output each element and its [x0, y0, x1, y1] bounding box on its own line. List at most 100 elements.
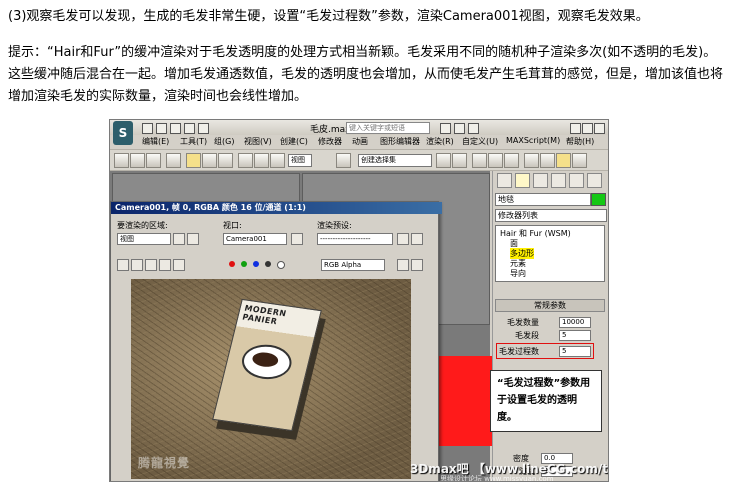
coffee-cup [238, 341, 296, 383]
green-channel-icon[interactable] [241, 261, 247, 267]
search-input[interactable]: 键入关键字或短语 [346, 122, 430, 134]
open-icon[interactable] [156, 123, 167, 134]
edit-region-icon[interactable] [173, 233, 185, 245]
menu-group[interactable]: 组(G) [214, 136, 234, 147]
select-object-icon[interactable] [186, 153, 201, 168]
align-icon[interactable] [452, 153, 467, 168]
menu-animation[interactable]: 动画 [352, 136, 368, 147]
object-color-swatch[interactable] [591, 193, 606, 206]
hierarchy-tab-icon[interactable] [533, 173, 548, 188]
curve-editor-icon[interactable] [488, 153, 503, 168]
menu-help[interactable]: 帮助(H) [566, 136, 594, 147]
new-icon[interactable] [142, 123, 153, 134]
clone-window-icon[interactable] [145, 259, 157, 271]
modifier-stack[interactable]: Hair 和 Fur (WSM) 面 多边形 元素 导向 [495, 225, 605, 282]
rotate-icon[interactable] [254, 153, 269, 168]
minimize-icon[interactable] [570, 123, 581, 134]
render-frame-icon[interactable] [556, 153, 571, 168]
menu-tools[interactable]: 工具(T) [180, 136, 207, 147]
utilities-tab-icon[interactable] [587, 173, 602, 188]
undo-tool-icon[interactable] [114, 153, 129, 168]
mirror-icon[interactable] [436, 153, 451, 168]
mono-channel-icon[interactable] [277, 261, 285, 269]
menu-modifiers[interactable]: 修改器 [318, 136, 342, 147]
menu-maxscript[interactable]: MAXScript(M) [506, 136, 560, 145]
toggle-ui-icon[interactable] [411, 259, 423, 271]
close-icon[interactable] [594, 123, 605, 134]
save-icon[interactable] [170, 123, 181, 134]
max-logo-icon[interactable]: S [113, 121, 133, 145]
hair-segments-spinner[interactable]: 5 [559, 330, 591, 341]
maximize-icon[interactable] [582, 123, 593, 134]
clear-icon[interactable] [173, 259, 185, 271]
modify-tab-icon[interactable] [515, 173, 530, 188]
area-select[interactable]: 视图 [117, 233, 171, 245]
scale-icon[interactable] [270, 153, 285, 168]
hair-count-spinner[interactable]: 10000 [559, 317, 591, 328]
auto-region-icon[interactable] [187, 233, 199, 245]
general-params-rollout[interactable]: 常规参数 [495, 299, 605, 312]
save-image-icon[interactable] [117, 259, 129, 271]
stack-item-guide[interactable]: 导向 [510, 268, 526, 279]
modifier-list-select[interactable]: 修改器列表 [495, 209, 607, 222]
select-by-name-icon[interactable] [202, 153, 217, 168]
print-icon[interactable] [159, 259, 171, 271]
undo-icon[interactable] [184, 123, 195, 134]
redo-icon[interactable] [198, 123, 209, 134]
preset-select[interactable]: -------------------- [317, 233, 393, 245]
hair-passes-spinner[interactable]: 5 [559, 346, 591, 357]
book-title: MODERN PANIER [241, 303, 288, 327]
menu-view[interactable]: 视图(V) [244, 136, 272, 147]
material-editor-icon[interactable] [524, 153, 539, 168]
select-filter-icon[interactable] [166, 153, 181, 168]
link-tool-icon[interactable] [130, 153, 145, 168]
watermark-left: 腾龍視覺 [138, 456, 191, 470]
callout-box: “毛发过程数”参数用于设置毛发的透明度。 [490, 370, 602, 432]
display-tab-icon[interactable] [569, 173, 584, 188]
render-setup-btn-icon[interactable] [397, 233, 409, 245]
lock-viewport-icon[interactable] [291, 233, 303, 245]
main-toolbar: 视图 创建选择集 [110, 149, 608, 171]
schematic-icon[interactable] [504, 153, 519, 168]
snap-icon[interactable] [336, 153, 351, 168]
menu-customize[interactable]: 自定义(U) [462, 136, 498, 147]
unlink-tool-icon[interactable] [146, 153, 161, 168]
render-window-title: Camera001, 帧 0, RGBA 颜色 16 位/通道 (1:1) [111, 202, 442, 214]
search-icon[interactable] [440, 123, 451, 134]
rect-select-icon[interactable] [218, 153, 233, 168]
viewport-red-region [435, 356, 492, 446]
layer-icon[interactable] [472, 153, 487, 168]
environment-icon[interactable] [411, 233, 423, 245]
render-icon[interactable] [572, 153, 587, 168]
menu-edit[interactable]: 编辑(E) [142, 136, 169, 147]
hair-count-label: 毛发数量 [507, 318, 539, 327]
reference-coord-select[interactable]: 视图 [288, 154, 312, 167]
watermark-bottom: 思缘设计论坛 www.missyuan.com [440, 475, 554, 482]
motion-tab-icon[interactable] [551, 173, 566, 188]
hair-passes-label: 毛发过程数 [499, 347, 539, 356]
object-name-field[interactable]: 地毯 [495, 193, 591, 206]
alpha-channel-icon[interactable] [265, 261, 271, 267]
channel-select[interactable]: RGB Alpha [321, 259, 385, 271]
viewport-label: 视口: [223, 221, 242, 230]
blue-channel-icon[interactable] [253, 261, 259, 267]
area-label: 要渲染的区域: [117, 221, 168, 230]
rendered-image: MODERN PANIER [131, 279, 411, 479]
create-tab-icon[interactable] [497, 173, 512, 188]
swatch-icon[interactable] [397, 259, 409, 271]
render-setup-icon[interactable] [540, 153, 555, 168]
menu-rendering[interactable]: 渲染(R) [426, 136, 454, 147]
help-icon[interactable] [468, 123, 479, 134]
step-paragraph: (3)观察毛发可以发现，生成的毛发非常生硬，设置“毛发过程数”参数，渲染Came… [8, 9, 649, 24]
star-icon[interactable] [454, 123, 465, 134]
coffee [250, 350, 280, 369]
copy-image-icon[interactable] [131, 259, 143, 271]
rendered-frame-window: Camera001, 帧 0, RGBA 颜色 16 位/通道 (1:1) 要渲… [110, 201, 442, 481]
selection-set-select[interactable]: 创建选择集 [358, 154, 432, 167]
viewport-select[interactable]: Camera001 [223, 233, 287, 245]
red-channel-icon[interactable] [229, 261, 235, 267]
preset-label: 渲染预设: [317, 221, 352, 230]
menu-graph-editors[interactable]: 图形编辑器 [380, 136, 420, 147]
menu-create[interactable]: 创建(C) [280, 136, 308, 147]
move-icon[interactable] [238, 153, 253, 168]
